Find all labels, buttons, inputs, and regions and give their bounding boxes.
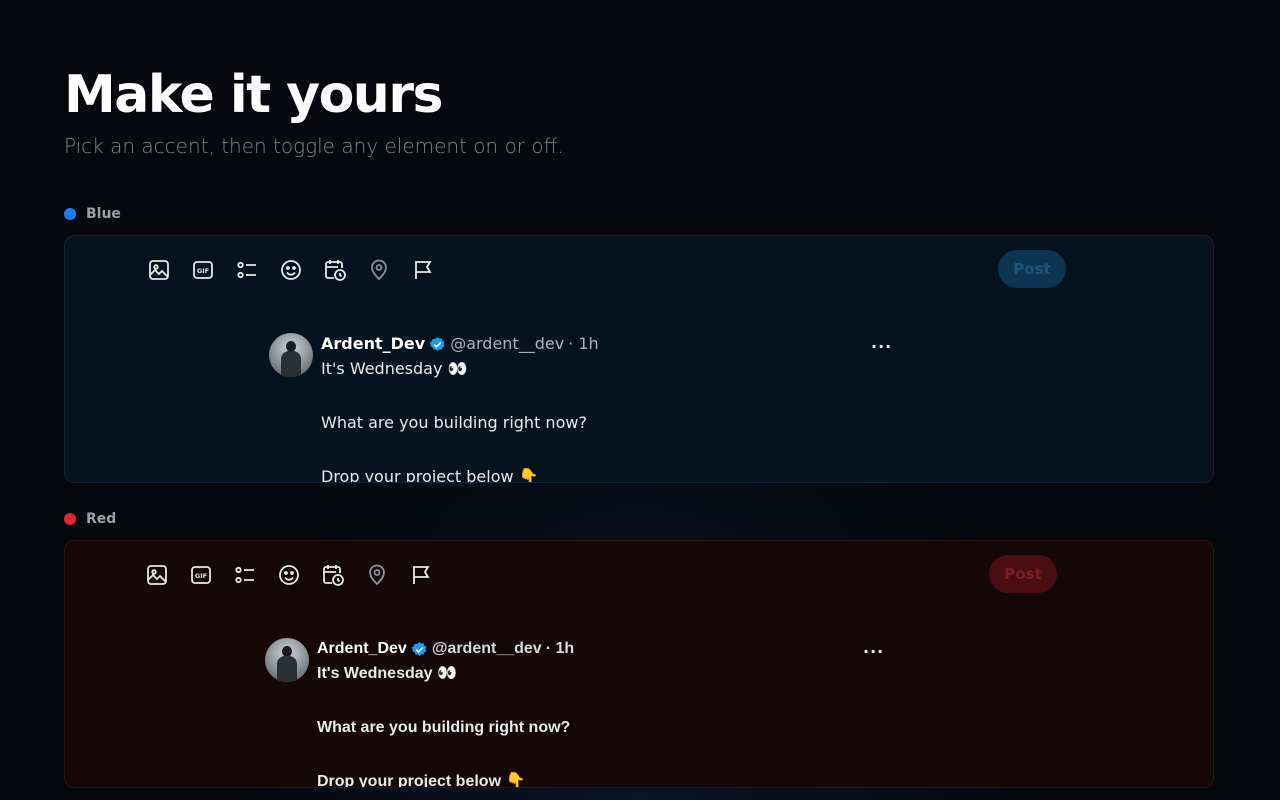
accent-name: Red — [86, 511, 117, 527]
handle[interactable]: @ardent__dev — [450, 333, 564, 355]
composer-toolbar: GIF — [145, 563, 433, 587]
handle[interactable]: @ardent__dev — [432, 638, 542, 660]
poll-icon[interactable] — [235, 258, 259, 282]
image-icon[interactable] — [147, 258, 171, 282]
timestamp: · 1h — [545, 640, 575, 657]
post-button[interactable]: Post — [989, 555, 1057, 593]
tweet-line: What are you building right now? — [317, 719, 571, 736]
schedule-icon[interactable] — [323, 258, 347, 282]
accent-dot-blue — [64, 208, 76, 220]
svg-text:GIF: GIF — [197, 267, 209, 275]
more-options-icon[interactable]: ··· — [863, 642, 884, 661]
accent-dot-red — [64, 513, 76, 525]
flag-icon[interactable] — [409, 563, 433, 587]
accent-label-blue[interactable]: Blue — [64, 206, 121, 222]
composer-card-red: GIF Post Ardent_Dev @ardent__dev · 1h It… — [64, 540, 1214, 788]
avatar[interactable] — [265, 638, 309, 682]
verified-badge-icon — [430, 336, 445, 351]
accent-label-red[interactable]: Red — [64, 511, 116, 527]
more-options-icon[interactable]: ··· — [871, 337, 892, 356]
avatar[interactable] — [269, 333, 313, 377]
tweet-line: What are you building right now? — [321, 413, 587, 432]
timestamp: · 1h — [568, 334, 599, 353]
page-subtitle: Pick an accent, then toggle any element … — [64, 134, 564, 158]
poll-icon[interactable] — [233, 563, 257, 587]
tweet-line: Drop your project below 👇 — [321, 467, 539, 483]
gif-icon[interactable]: GIF — [189, 563, 213, 587]
display-name[interactable]: Ardent_Dev — [317, 638, 407, 660]
gif-icon[interactable]: GIF — [191, 258, 215, 282]
emoji-icon[interactable] — [279, 258, 303, 282]
post-button[interactable]: Post — [998, 250, 1066, 288]
composer-card-blue: GIF Post Ardent_Dev @ardent__dev · 1h It… — [64, 235, 1214, 483]
tweet-line: It's Wednesday 👀 — [321, 359, 468, 378]
composer-toolbar: GIF — [147, 258, 435, 282]
emoji-icon[interactable] — [277, 563, 301, 587]
verified-badge-icon — [411, 641, 427, 656]
location-icon[interactable] — [365, 563, 389, 587]
tweet-line: It's Wednesday 👀 — [317, 665, 457, 682]
tweet-line: Drop your project below 👇 — [317, 773, 526, 788]
schedule-icon[interactable] — [321, 563, 345, 587]
svg-text:GIF: GIF — [195, 572, 207, 580]
page-title: Make it yours — [64, 65, 443, 125]
image-icon[interactable] — [145, 563, 169, 587]
accent-name: Blue — [86, 206, 121, 222]
hero: Make it yours Pick an accent, then toggl… — [64, 62, 564, 158]
flag-icon[interactable] — [411, 258, 435, 282]
location-icon[interactable] — [367, 258, 391, 282]
display-name[interactable]: Ardent_Dev — [321, 333, 425, 355]
